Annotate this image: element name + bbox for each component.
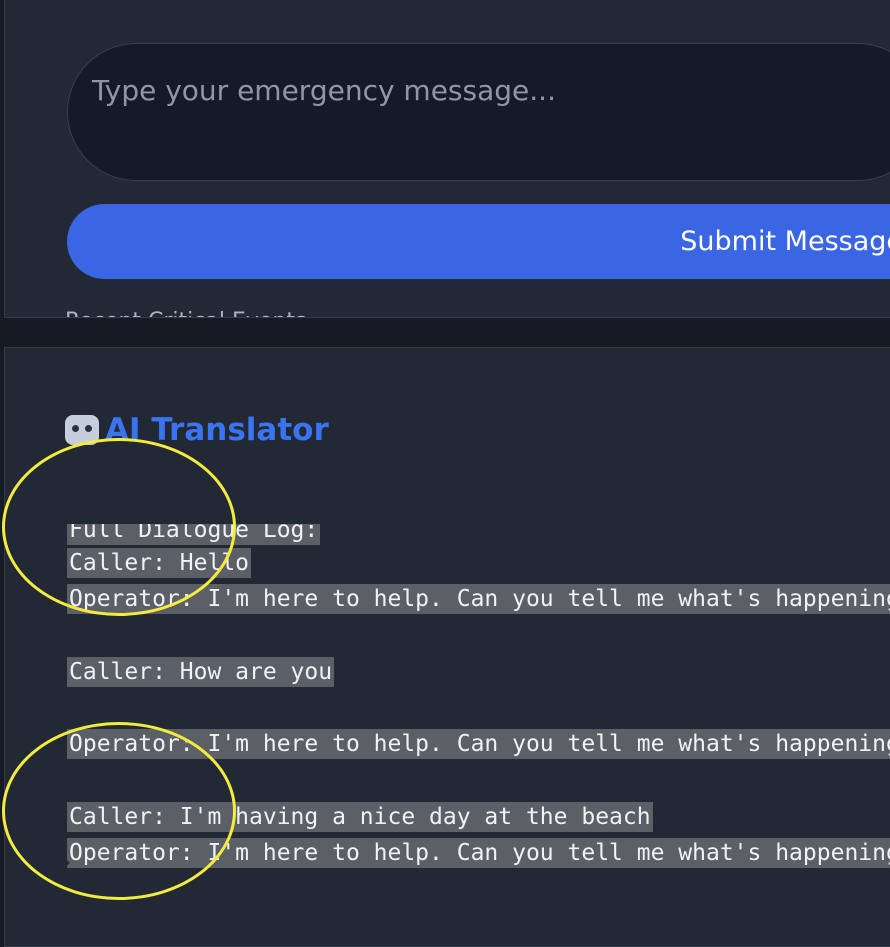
annotation-circle-top — [2, 438, 236, 616]
submit-message-button[interactable]: Submit Message — [67, 204, 890, 279]
log-line: Caller: How are you — [67, 657, 335, 687]
emergency-message-panel: Submit Message Recent Critical Events — [4, 0, 890, 318]
emergency-message-input[interactable] — [67, 43, 890, 181]
section-label: Recent Critical Events — [65, 309, 306, 317]
annotation-circle-bottom — [2, 722, 236, 900]
